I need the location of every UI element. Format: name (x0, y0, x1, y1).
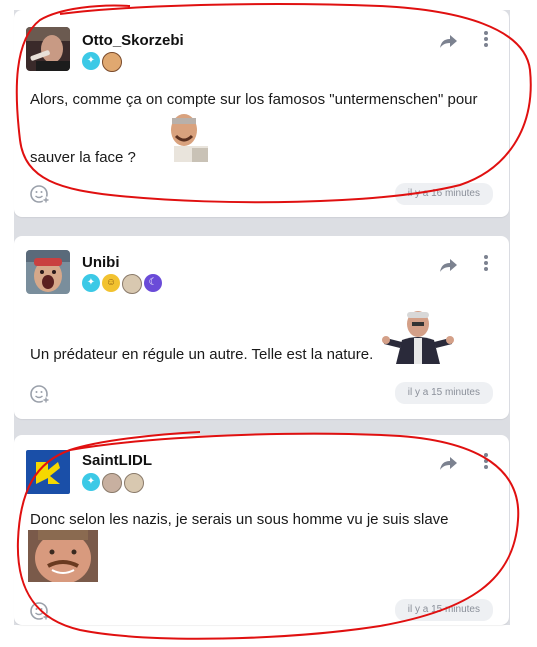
avatar-badge-icon (102, 52, 122, 72)
add-reaction-icon[interactable] (30, 384, 50, 404)
post-text-line: Donc selon les nazis, je serais un sous … (30, 511, 449, 528)
avatar[interactable] (26, 450, 70, 494)
post-card: SaintLIDL ✦ Donc selon les nazis, je ser… (14, 435, 509, 625)
badge-row: ✦ ☺ ☾ (82, 274, 162, 294)
share-icon[interactable] (439, 454, 459, 472)
more-options-icon[interactable] (483, 30, 489, 48)
badge-row: ✦ (82, 52, 122, 72)
face-badge-icon (122, 274, 142, 294)
shrugging-man-sticker (382, 308, 454, 364)
post-text-line: Alors, comme ça on compte sur los famoso… (30, 91, 478, 108)
timestamp-badge: il y a 16 minutes (394, 183, 493, 205)
username[interactable]: Otto_Skorzebi (82, 32, 184, 49)
timestamp-badge: il y a 15 minutes (394, 382, 493, 404)
avatar[interactable] (26, 27, 70, 71)
badge-row: ✦ (82, 473, 144, 493)
post-text-line: sauver la face ? (30, 149, 136, 166)
more-options-icon[interactable] (483, 254, 489, 272)
face-badge-icon (102, 473, 122, 493)
smiling-man-sticker (28, 530, 98, 582)
diamond-badge-icon: ✦ (82, 473, 100, 491)
timestamp-badge: il y a 15 minutes (394, 599, 493, 621)
diamond-badge-icon: ✦ (82, 274, 100, 292)
add-reaction-icon[interactable] (30, 184, 50, 204)
post-card: Unibi ✦ ☺ ☾ Un prédateur en régule un au… (14, 236, 509, 419)
username[interactable]: Unibi (82, 254, 120, 271)
avatar[interactable] (26, 250, 70, 294)
face-badge-icon (124, 473, 144, 493)
add-reaction-icon[interactable] (30, 601, 50, 621)
share-icon[interactable] (439, 32, 459, 50)
share-icon[interactable] (439, 256, 459, 274)
emoji-badge-icon: ☺ (102, 274, 120, 292)
more-options-icon[interactable] (483, 452, 489, 470)
post-card: Otto_Skorzebi ✦ Alors, comme ça on compt… (14, 10, 509, 217)
moon-badge-icon: ☾ (144, 274, 162, 292)
diamond-badge-icon: ✦ (82, 52, 100, 70)
username[interactable]: SaintLIDL (82, 452, 152, 469)
